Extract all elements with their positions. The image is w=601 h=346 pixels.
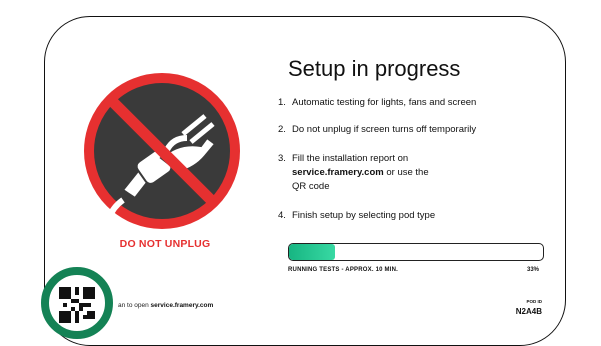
no-unplug-icon	[83, 72, 241, 230]
step-item: 3. Fill the installation report on servic…	[278, 152, 429, 194]
qr-instruction: an to open service.framery.com	[118, 302, 213, 309]
progress-percent: 33%	[527, 267, 540, 273]
step-number: 1.	[278, 97, 286, 108]
step-number: 4.	[278, 210, 286, 221]
step-text: QR code	[292, 181, 330, 192]
pod-id-label: POD ID	[526, 299, 542, 304]
page-title: Setup in progress	[288, 56, 461, 81]
step-text: Finish setup by selecting pod type	[292, 210, 436, 221]
service-link[interactable]: service.framery.com	[292, 167, 384, 178]
step-text: Do not unplug if screen turns off tempor…	[292, 124, 477, 135]
qr-code-icon	[59, 287, 95, 323]
qr-code-badge[interactable]	[41, 267, 113, 339]
progress-bar	[288, 243, 544, 261]
progress-fill	[289, 244, 335, 260]
step-item: 1. Automatic testing for lights, fans and…	[278, 96, 476, 110]
do-not-unplug-warning: DO NOT UNPLUG	[119, 238, 211, 250]
progress-label: RUNNING TESTS - APPROX. 10 MIN.	[288, 267, 398, 273]
step-number: 2.	[278, 124, 286, 135]
pod-id-value: N2A4B	[515, 307, 542, 316]
qr-service-link[interactable]: service.framery.com	[151, 302, 214, 309]
step-number: 3.	[278, 153, 286, 164]
step-text: Automatic testing for lights, fans and s…	[292, 97, 477, 108]
step-text: Fill the installation report on	[292, 153, 409, 164]
step-text: or use the	[383, 167, 429, 178]
qr-instruction-text: an to open	[118, 302, 151, 309]
step-item: 4. Finish setup by selecting pod type	[278, 209, 435, 223]
step-item: 2. Do not unplug if screen turns off temp…	[278, 123, 476, 137]
